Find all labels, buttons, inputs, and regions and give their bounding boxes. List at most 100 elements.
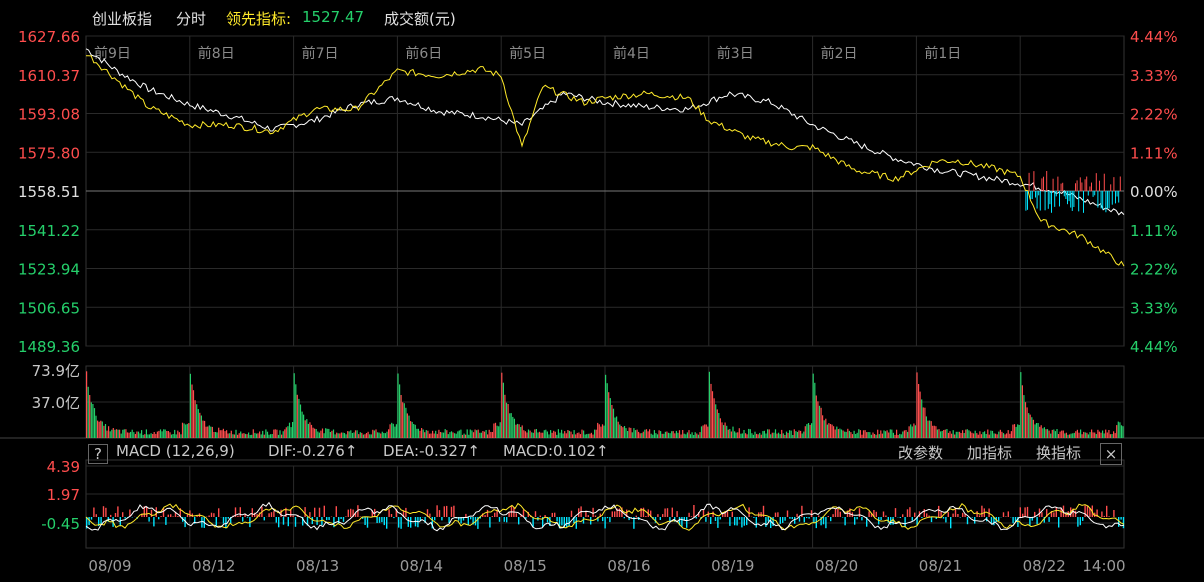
switch-indicator-button[interactable]: 换指标 [1036,442,1081,463]
volume-bar [298,398,300,438]
volume-bar [649,429,651,438]
volume-bar [188,423,190,438]
volume-bar [219,430,221,438]
macd-bar [1101,511,1103,517]
macd-tick-label: -0.45 [41,515,80,533]
volume-bar [741,433,743,438]
volume-bar [1024,402,1027,438]
volume-bar [718,413,720,438]
volume-bar [377,432,379,438]
change-params-button[interactable]: 改参数 [898,442,943,463]
volume-bar [862,430,865,438]
macd-bar [1108,516,1110,517]
volume-bar [240,431,242,438]
pct-tick-label: 2.22% [1130,106,1178,124]
volume-bar [713,398,715,438]
macd-bar [798,517,801,522]
volume-bar [164,429,166,438]
volume-bar [553,430,555,438]
macd-bar [570,510,573,517]
intraday-bar [1084,179,1086,191]
macd-bar [606,517,609,519]
macd-bar [930,517,933,523]
volume-bar [947,432,950,438]
intraday-bar [1066,191,1068,205]
volume-bar [730,431,732,438]
volume-bar [526,432,528,438]
volume-bar [583,430,585,438]
volume-bar [290,427,292,438]
volume-bar [789,430,791,438]
volume-bar [866,432,868,438]
macd-bar [153,517,155,527]
volume-bar [1089,432,1091,438]
volume-bar [639,433,641,438]
volume-bar [674,433,676,438]
volume-bar [238,433,240,438]
volume-bar [711,391,714,438]
volume-bar [1108,430,1110,438]
volume-bar [940,431,942,438]
macd-bar [450,506,453,517]
volume-bar [807,423,810,438]
macd-bar [950,517,952,529]
volume-bar [251,434,253,438]
close-icon[interactable]: × [1100,443,1122,465]
volume-bar [1028,413,1030,438]
volume-bar [158,430,160,438]
volume-bar [310,424,313,438]
volume-bar [1103,433,1105,438]
volume-bar [312,427,314,438]
macd-bar [438,510,441,517]
volume-bar [660,431,662,438]
macd-bar [1084,505,1086,517]
volume-bar [851,434,854,438]
volume-bar [721,422,723,438]
volume-bar [249,435,251,438]
macd-bar [1005,516,1007,517]
macd-bar [782,517,784,523]
macd-bar [1122,517,1125,529]
add-indicator-button[interactable]: 加指标 [967,442,1012,463]
volume-bar [756,433,758,438]
intraday-bar [1031,191,1033,200]
volume-bar [840,429,843,438]
macd-bar [966,517,969,525]
macd-bar [539,515,541,517]
volume-bar [159,429,162,438]
volume-bar [985,434,987,438]
macd-tick-label: 1.97 [47,486,80,504]
macd-bar [378,517,381,523]
volume-bar [1067,434,1069,438]
volume-bar [968,430,970,438]
volume-bar [348,431,350,438]
macd-bar [453,505,455,517]
volume-bar [573,430,575,438]
intraday-bar [1054,191,1056,207]
volume-bar [422,429,424,438]
intraday-bar [1073,191,1075,208]
help-icon[interactable]: ? [88,444,108,464]
macd-bar [177,516,179,517]
volume-bar [1072,433,1074,438]
volume-bar [332,429,335,438]
volume-bar [490,431,492,438]
volume-bar [100,420,102,438]
volume-bar [908,426,910,438]
macd-bar [952,513,954,517]
volume-bar [988,434,990,438]
macd-bar [837,508,839,517]
macd-bar [222,517,225,524]
macd-bar [978,515,981,517]
volume-bar [1021,385,1023,438]
volume-bar [590,432,592,438]
volume-bar [233,434,235,438]
volume-bar [287,426,289,438]
intraday-bar [1074,183,1076,191]
volume-bar [697,434,699,438]
volume-bar [1106,432,1108,438]
intraday-bar [1062,182,1064,191]
volume-bar [572,434,574,438]
macd-bar [777,512,779,517]
price-tick-label: 1610.37 [18,67,80,85]
